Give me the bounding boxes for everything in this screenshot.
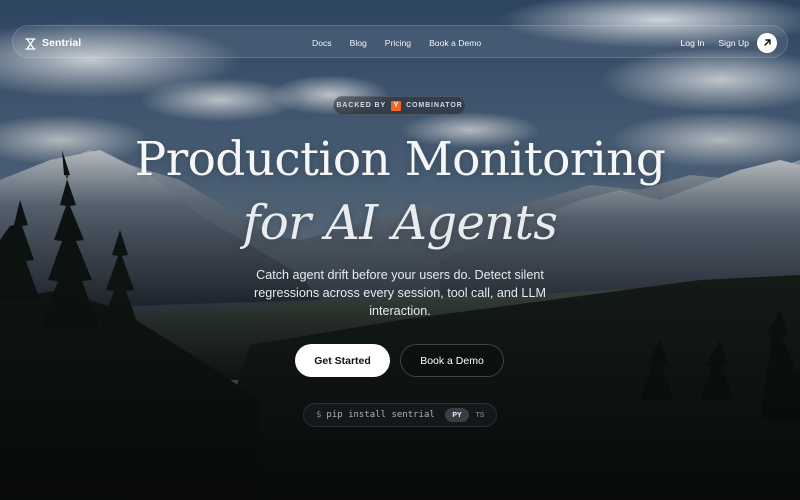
badge-suffix: COMBINATOR	[406, 102, 463, 109]
nav-link-book-demo[interactable]: Book a Demo	[429, 38, 481, 48]
hourglass-icon	[25, 37, 36, 50]
install-command-text: pip install sentrial	[326, 410, 435, 420]
language-tab-py[interactable]: PY	[445, 408, 469, 422]
get-started-button[interactable]: Get Started	[295, 344, 390, 377]
shell-prompt: $	[316, 410, 322, 420]
y-combinator-logo: Y	[391, 100, 402, 111]
nav-link-pricing[interactable]: Pricing	[385, 38, 411, 48]
signup-link[interactable]: Sign Up	[718, 38, 749, 48]
arrow-up-right-icon	[763, 39, 771, 46]
badge-prefix: BACKED BY	[336, 102, 387, 109]
nav-link-docs[interactable]: Docs	[312, 38, 332, 48]
book-demo-button[interactable]: Book a Demo	[400, 344, 504, 377]
install-command-box: $ pip install sentrial PY TS	[303, 403, 497, 427]
brand-name: Sentrial	[42, 36, 82, 49]
brand-logo-link[interactable]: Sentrial	[25, 26, 81, 59]
signup-arrow-button[interactable]	[757, 32, 777, 53]
hero-description: Catch agent drift before your users do. …	[254, 268, 546, 318]
backed-by-badge: BACKED BY Y COMBINATOR	[333, 96, 466, 115]
login-link[interactable]: Log In	[681, 38, 705, 48]
hero-title: Production Monitoring	[134, 132, 666, 187]
hero-subtitle: for AI Agents	[242, 195, 558, 251]
nav-auth: Log In Sign Up	[681, 26, 777, 59]
language-tab-ts[interactable]: TS	[472, 408, 488, 422]
nav-links: Docs Blog Pricing Book a Demo	[312, 26, 481, 59]
install-command[interactable]: $ pip install sentrial	[316, 404, 435, 426]
top-navigation-bar: Sentrial Docs Blog Pricing Book a Demo L…	[12, 25, 788, 58]
nav-link-blog[interactable]: Blog	[350, 38, 367, 48]
